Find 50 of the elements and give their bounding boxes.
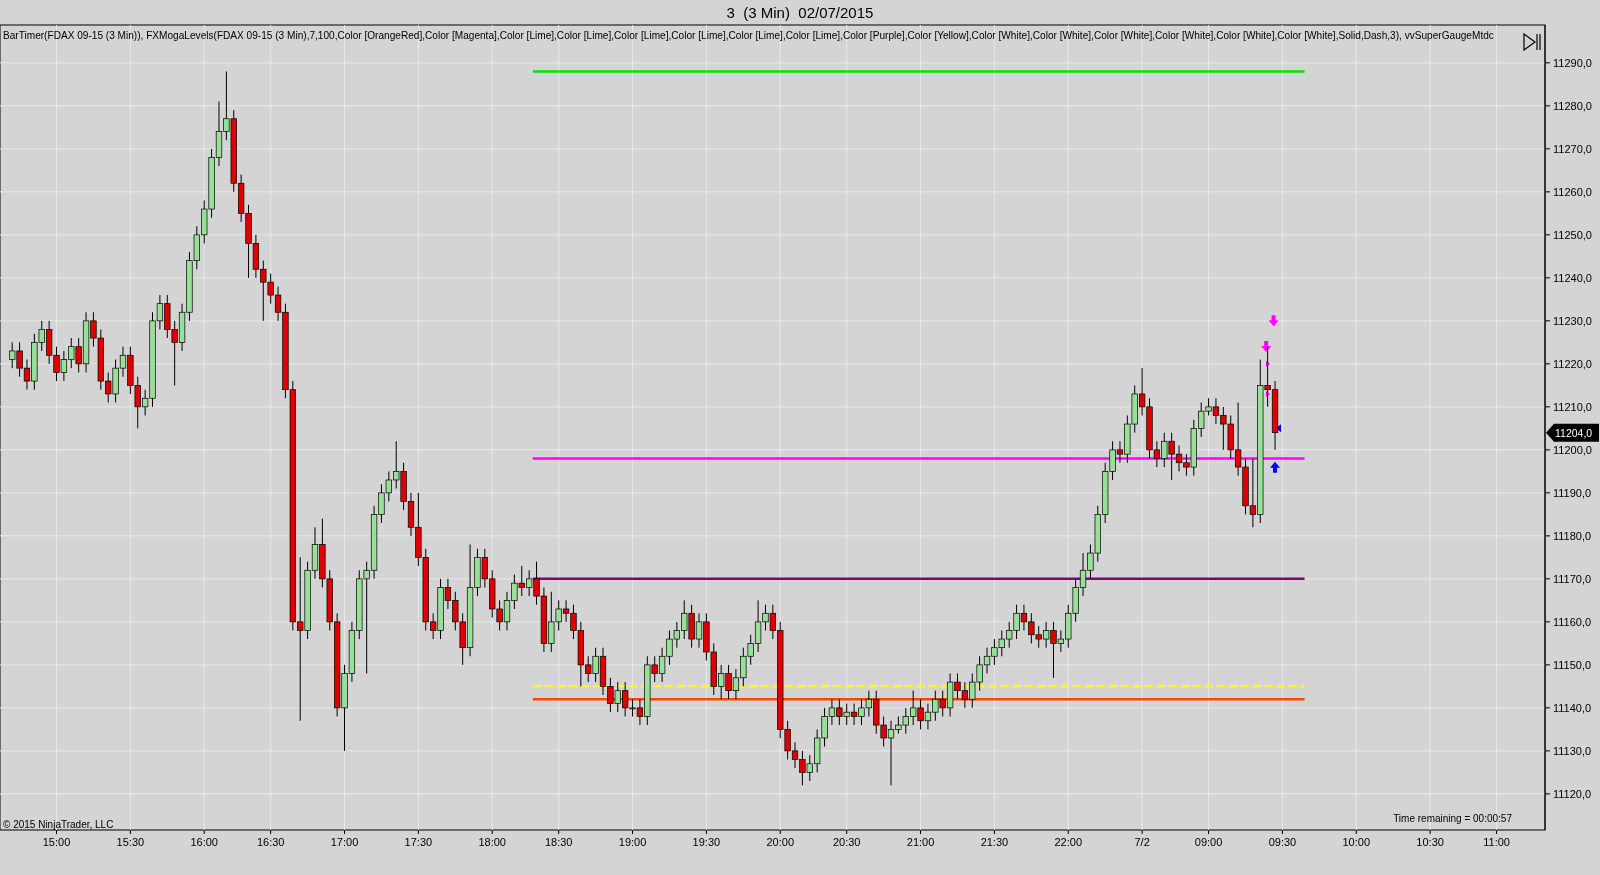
time-axis-label: 21:00 (906, 836, 935, 848)
time-axis-label: 17:00 (330, 836, 359, 848)
time-axis-label: 19:30 (692, 836, 721, 848)
price-axis-label: 11170,0 (1553, 572, 1592, 585)
time-axis-label: 15:30 (116, 836, 145, 848)
price-axis-label: 11220,0 (1553, 357, 1592, 370)
time-axis-label: 19:00 (618, 836, 647, 848)
time-axis-label: 15:00 (42, 836, 71, 848)
price-axis-label: 11180,0 (1553, 529, 1592, 542)
price-axis-label: 11250,0 (1553, 228, 1592, 241)
time-axis-label: 09:30 (1268, 836, 1297, 848)
price-axis-label: 11150,0 (1553, 658, 1592, 671)
price-axis-label: 11160,0 (1553, 615, 1592, 628)
time-axis-label: 16:00 (190, 836, 218, 848)
time-axis-label: 20:30 (832, 836, 861, 848)
price-axis-label: 11210,0 (1553, 400, 1592, 413)
indicator-label: BarTimer(FDAX 09-15 (3 Min)), FXMogaLevels(FDAX 09-15 (3 Min),7,100,Color [OrangeRed],Color [Magenta],Color [Lime],Color [Lime],Color [Lime],Color [Lime],Color [Lime],Color [Lime],Color [Purple],Color [Yellow],Color [White],Color [White],Color [White],Color [White],Color [White],Color [White],Solid,Dash,3), vvSuperGaugeMtdc (3, 30, 1494, 41)
price-axis-label: 11240,0 (1553, 271, 1592, 284)
time-axis-label: 17:30 (404, 836, 433, 848)
time-axis-label: 10:00 (1342, 836, 1371, 848)
time-remaining-text: Time remaining = 00:00:57 (1393, 813, 1512, 824)
time-axis-label: 7/2 (1134, 836, 1150, 848)
triangle-bar-icon[interactable] (1523, 32, 1541, 52)
price-axis-label: 11280,0 (1553, 99, 1592, 112)
price-axis-label: 11270,0 (1553, 142, 1592, 155)
price-axis-label: 11260,0 (1553, 185, 1592, 198)
price-axis-label: 11200,0 (1553, 443, 1592, 456)
copyright-text: © 2015 NinjaTrader, LLC (3, 819, 114, 830)
time-axis-label: 11:00 (1483, 836, 1510, 848)
triangle-right-icon (1265, 360, 1270, 367)
window-title: 3 (3 Min) 02/07/2015 (726, 3, 874, 21)
last-price-label: 11204,0 (1546, 423, 1599, 442)
price-axis-label: 11140,0 (1553, 701, 1592, 714)
time-axis-label: 09:00 (1194, 836, 1223, 848)
price-axis-label: 11120,0 (1553, 787, 1592, 800)
time-axis-label: 21:30 (980, 836, 1009, 848)
up-arrow-icon (1270, 461, 1281, 473)
time-axis-label: 18:30 (544, 836, 573, 848)
price-axis-label: 11130,0 (1553, 744, 1592, 757)
down-arrow-icon (1261, 340, 1272, 352)
time-axis-label: 20:00 (766, 836, 794, 848)
triangle-right-icon (1265, 390, 1270, 397)
price-axis-label: 11230,0 (1553, 314, 1592, 327)
time-axis-label: 18:00 (478, 836, 506, 848)
price-axis-label: 11190,0 (1553, 486, 1592, 499)
time-axis-label: 22:00 (1054, 836, 1082, 848)
down-arrow-icon (1268, 315, 1279, 327)
time-axis-label: 10:30 (1416, 836, 1444, 848)
price-axis-label: 11290,0 (1553, 56, 1592, 69)
time-axis-label: 16:30 (256, 836, 285, 848)
